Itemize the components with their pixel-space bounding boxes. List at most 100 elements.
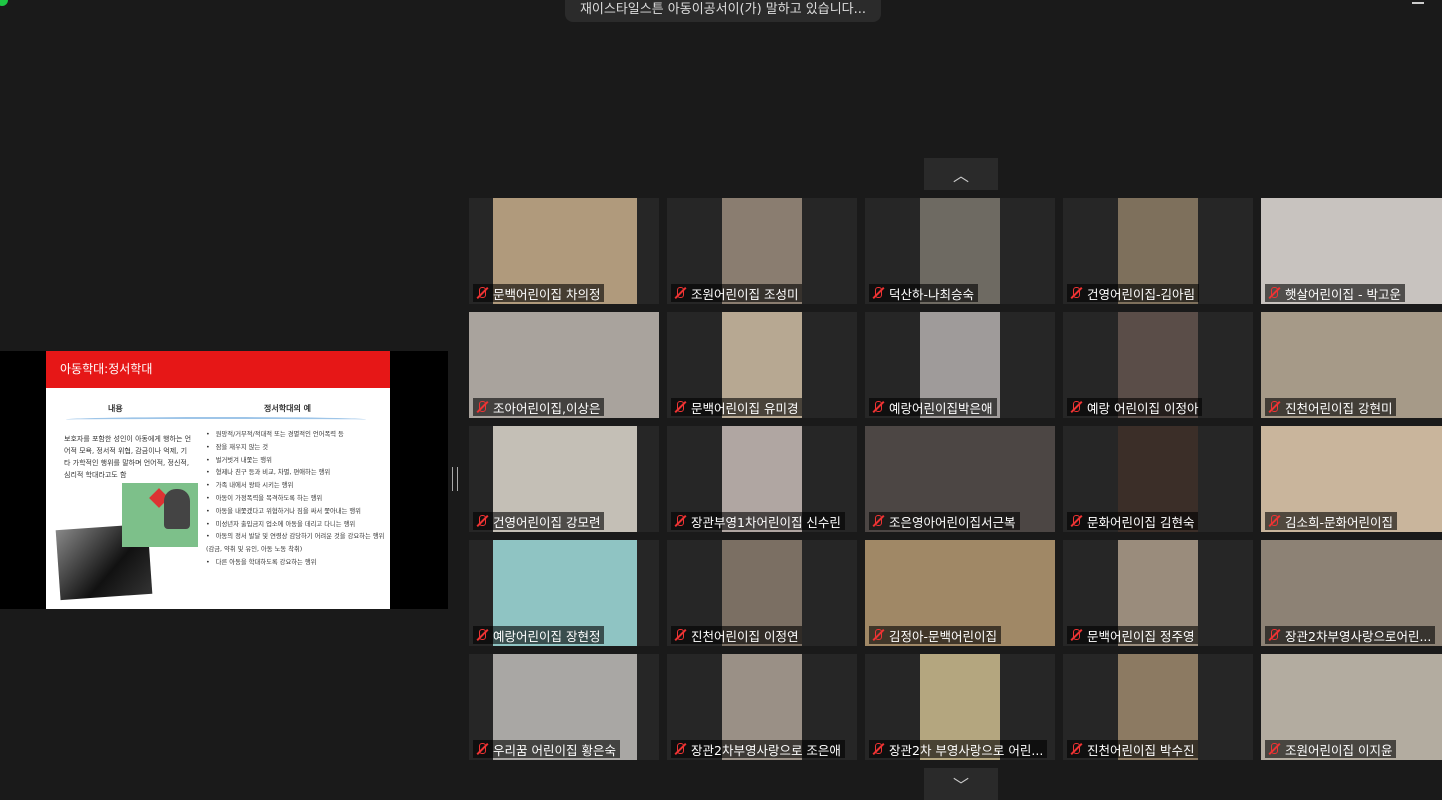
mic-muted-icon [1267, 628, 1281, 642]
mic-muted-icon [673, 628, 687, 642]
participant-name-bar: 문백어린이집 정주영 [1067, 626, 1199, 644]
participant-tile[interactable]: 건영어린이집-김아림 [1063, 198, 1253, 304]
participant-name-bar: 김소희-문화어린이집 [1265, 512, 1398, 530]
active-speaker-text: 재이스타일스튼 아동이공서이(가) 말하고 있습니다... [579, 1, 867, 17]
participant-tile[interactable]: 진천어린이집 강현미 [1261, 312, 1442, 418]
participant-name: 장관부영1차어린이집 신수린 [691, 514, 841, 530]
participant-name: 문화어린이집 김현숙 [1087, 514, 1195, 530]
mic-muted-icon [673, 286, 687, 300]
participant-name-bar: 덕산하-나최승숙 [869, 284, 979, 302]
participant-tile[interactable]: 김소희-문화어린이집 [1261, 426, 1442, 532]
participant-name: 진천어린이집 박수진 [1087, 742, 1195, 758]
participant-name-bar: 장관2차부영사랑으로어린... [1265, 626, 1436, 644]
slide-example-list: 원망적/거부적/적대적 또는 경멸적인 언어폭력 등 잠을 재우지 않는 것 벌… [206, 429, 386, 570]
gallery-next-button[interactable]: ﹀ [924, 768, 998, 800]
slide-list-item: 다른 아동을 학대하도록 강요하는 행위 [206, 557, 386, 570]
slide-list-item: 아동의 정서 발달 및 연령상 감당하기 어려운 것을 강요하는 행위(감금, … [206, 531, 386, 557]
participant-name-bar: 조원어린이집 조성미 [671, 284, 803, 302]
participant-name: 진천어린이집 강현미 [1285, 400, 1393, 416]
participant-tile[interactable]: 조원어린이집 이지윤 [1261, 654, 1442, 760]
participant-name-bar: 김정아-문백어린이집 [869, 626, 1002, 644]
participant-name: 조은영아어린이집서근복 [889, 514, 1016, 530]
participant-name: 건영어린이집 강모련 [493, 514, 601, 530]
participant-name: 김정아-문백어린이집 [889, 628, 998, 644]
presentation-slide: 아동학대:정서학대 내용 정서학대의 예 보호자를 포함한 성인이 아동에게 행… [46, 351, 390, 609]
participant-name: 장관2차부영사랑으로 조은애 [691, 742, 841, 758]
participant-tile[interactable]: 조원어린이집 조성미 [667, 198, 857, 304]
mic-muted-icon [871, 286, 885, 300]
participant-name-bar: 조은영아어린이집서근복 [869, 512, 1020, 530]
participant-tile[interactable]: 조은영아어린이집서근복 [865, 426, 1055, 532]
participant-tile[interactable]: 문백어린이집 차의정 [469, 198, 659, 304]
participant-name: 문백어린이집 정주영 [1087, 628, 1195, 644]
participant-name: 우리꿈 어린이집 황은숙 [493, 742, 616, 758]
slide-list-item: 잠을 재우지 않는 것 [206, 442, 386, 455]
participant-name: 조원어린이집 조성미 [691, 286, 799, 302]
participant-tile[interactable]: 김정아-문백어린이집 [865, 540, 1055, 646]
mic-muted-icon [1069, 628, 1083, 642]
participant-tile[interactable]: 예랑어린이집 장현정 [469, 540, 659, 646]
participant-tile[interactable]: 진천어린이집 이정연 [667, 540, 857, 646]
participant-tile[interactable]: 조아어린이집,이상은 [469, 312, 659, 418]
participant-name: 장관2차 부영사랑으로 어린... [889, 742, 1044, 758]
slide-list-item: 아동을 내쫓겠다고 위협하거나 짐을 싸서 쫓아내는 행위 [206, 506, 386, 519]
participant-name-bar: 조원어린이집 이지윤 [1265, 740, 1397, 758]
slide-list-item: 형제나 친구 등과 비교, 차별, 편애하는 행위 [206, 467, 386, 480]
mic-muted-icon [475, 514, 489, 528]
slide-list-item: 벌거벗겨 내쫓는 행위 [206, 455, 386, 468]
participant-name: 예랑 어린이집 이정아 [1087, 400, 1199, 416]
participant-name: 진천어린이집 이정연 [691, 628, 799, 644]
participant-name-bar: 문백어린이집 차의정 [473, 284, 605, 302]
mic-muted-icon [475, 742, 489, 756]
active-speaker-banner: 재이스타일스튼 아동이공서이(가) 말하고 있습니다... [565, 0, 881, 22]
participant-tile[interactable]: 덕산하-나최승숙 [865, 198, 1055, 304]
participant-name-bar: 건영어린이집 강모련 [473, 512, 605, 530]
slide-divider [66, 417, 366, 422]
participant-name-bar: 건영어린이집-김아림 [1067, 284, 1200, 302]
status-dot [0, 0, 8, 6]
participant-name: 예랑어린이집 장현정 [493, 628, 601, 644]
slide-list-item: 원망적/거부적/적대적 또는 경멸적인 언어폭력 등 [206, 429, 386, 442]
view-menu-icon[interactable] [1412, 0, 1424, 4]
participant-name-bar: 진천어린이집 박수진 [1067, 740, 1199, 758]
participant-name: 덕산하-나최승숙 [889, 286, 975, 302]
mic-muted-icon [871, 514, 885, 528]
mic-muted-icon [871, 742, 885, 756]
participant-tile[interactable]: 장관2차 부영사랑으로 어린... [865, 654, 1055, 760]
gallery-prev-button[interactable]: ︿ [924, 158, 998, 190]
slide-illustration-cartoon [122, 483, 198, 547]
participant-tile[interactable]: 문화어린이집 김현숙 [1063, 426, 1253, 532]
participant-name: 문백어린이집 차의정 [493, 286, 601, 302]
slide-definition-text: 보호자를 포함한 성인이 아동에게 행하는 언어적 모욕, 정서적 위협, 감금… [64, 435, 192, 479]
participant-tile[interactable]: 진천어린이집 박수진 [1063, 654, 1253, 760]
mic-muted-icon [1069, 286, 1083, 300]
participant-name: 예랑어린이집박은애 [889, 400, 993, 416]
participant-tile[interactable]: 장관부영1차어린이집 신수린 [667, 426, 857, 532]
participant-tile[interactable]: 장관2차부영사랑으로 조은애 [667, 654, 857, 760]
shared-screen: 아동학대:정서학대 내용 정서학대의 예 보호자를 포함한 성인이 아동에게 행… [0, 351, 448, 609]
participant-name: 조아어린이집,이상은 [493, 400, 601, 416]
participant-tile[interactable]: 문백어린이집 유미경 [667, 312, 857, 418]
participant-tile[interactable]: 우리꿈 어린이집 황은숙 [469, 654, 659, 760]
slide-column-header-left: 내용 [108, 404, 123, 413]
participant-name: 건영어린이집-김아림 [1087, 286, 1196, 302]
participant-name-bar: 조아어린이집,이상은 [473, 398, 605, 416]
mic-muted-icon [1267, 742, 1281, 756]
mic-muted-icon [871, 400, 885, 414]
mic-muted-icon [1267, 400, 1281, 414]
mic-muted-icon [475, 628, 489, 642]
participant-name-bar: 햇살어린이집 - 박고운 [1265, 284, 1405, 302]
participant-tile[interactable]: 예랑어린이집박은애 [865, 312, 1055, 418]
mic-muted-icon [1069, 400, 1083, 414]
participant-tile[interactable]: 건영어린이집 강모련 [469, 426, 659, 532]
mic-muted-icon [673, 514, 687, 528]
mic-muted-icon [1267, 286, 1281, 300]
participant-tile[interactable]: 예랑 어린이집 이정아 [1063, 312, 1253, 418]
participant-tile[interactable]: 문백어린이집 정주영 [1063, 540, 1253, 646]
participant-name-bar: 예랑어린이집 장현정 [473, 626, 605, 644]
split-resize-handle[interactable] [452, 467, 458, 491]
participant-tile[interactable]: 햇살어린이집 - 박고운 [1261, 198, 1442, 304]
slide-list-item: 가족 내에서 왕따 시키는 행위 [206, 480, 386, 493]
participant-name: 햇살어린이집 - 박고운 [1285, 286, 1401, 302]
participant-tile[interactable]: 장관2차부영사랑으로어린... [1261, 540, 1442, 646]
